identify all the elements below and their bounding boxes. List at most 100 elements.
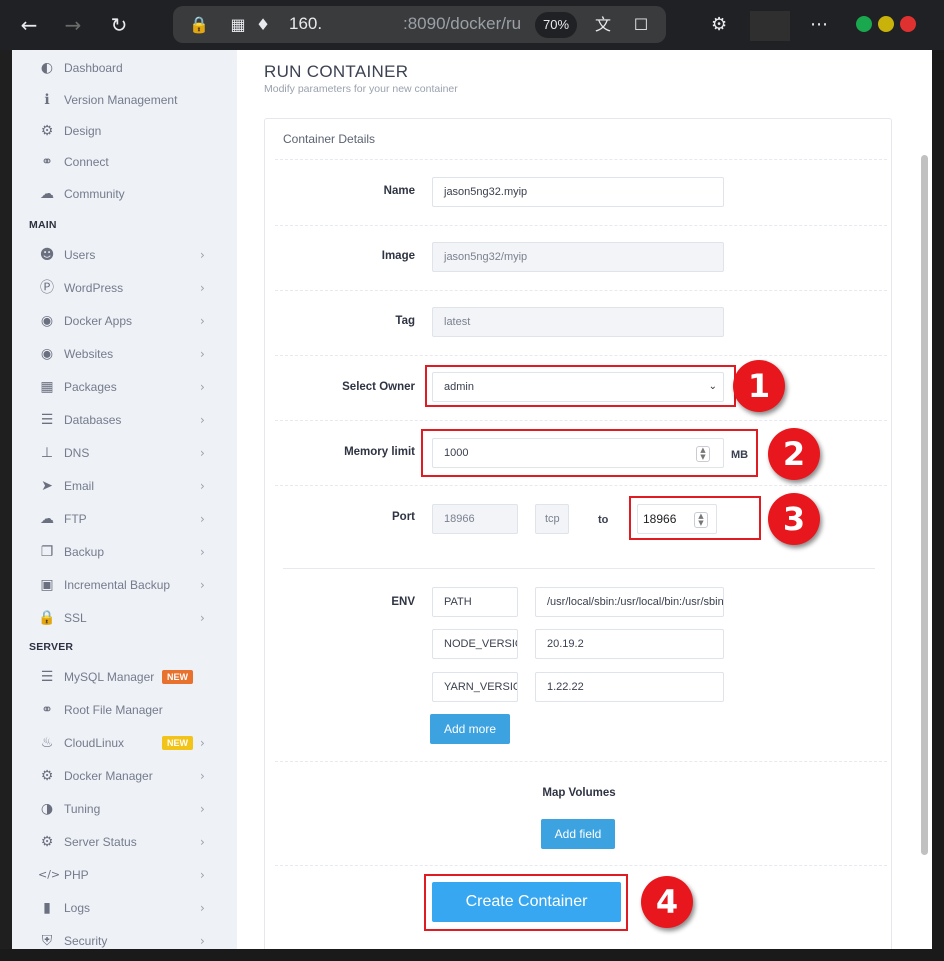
sidebar-item-docker-manager[interactable]: ⚙ Docker Manager ›: [12, 764, 237, 788]
sidebar-item-label: Tuning: [64, 802, 101, 816]
sidebar-item-server-status[interactable]: ⚙ Server Status ›: [12, 830, 237, 854]
sidebar-item-logs[interactable]: ▮ Logs ›: [12, 896, 237, 920]
env-value-input[interactable]: /usr/local/sbin:/usr/local/bin:/usr/sbin: [535, 587, 724, 617]
sidebar-item-root-file-manager[interactable]: ⚭ Root File Manager: [12, 698, 237, 722]
code-icon: </>: [38, 868, 61, 881]
sitemap-icon: ⊥: [40, 445, 54, 461]
page-scrollbar[interactable]: [917, 50, 932, 949]
new-badge: NEW: [162, 670, 193, 684]
sidebar-item-version-management[interactable]: ℹ Version Management: [12, 88, 237, 112]
half-circle-icon: ◑: [40, 801, 54, 817]
address-bar[interactable]: 🔒 ▦ ♦ 160. :8090/docker/ru 70% 文 ☐: [173, 6, 666, 43]
refresh-icon[interactable]: ↻: [106, 12, 132, 38]
chevron-right-icon: ›: [200, 736, 205, 750]
sidebar-item-label: Databases: [64, 413, 122, 427]
chevron-right-icon: ›: [200, 545, 205, 559]
step-marker-2: 2: [768, 428, 820, 480]
sidebar-item-label: Docker Manager: [64, 769, 153, 783]
sidebar-item-tuning[interactable]: ◑ Tuning ›: [12, 797, 237, 821]
sidebar-item-mysql-manager[interactable]: ☰ MySQL Manager NEW: [12, 665, 237, 689]
extensions-icon[interactable]: ⚙: [711, 12, 727, 38]
bookmark-icon[interactable]: ☐: [631, 15, 651, 35]
sidebar-item-label: Server Status: [64, 835, 137, 849]
sidebar-item-databases[interactable]: ☰ Databases ›: [12, 408, 237, 432]
sidebar-item-dns[interactable]: ⊥ DNS ›: [12, 441, 237, 465]
sidebar-item-label: Email: [64, 479, 95, 493]
minimize-icon[interactable]: [856, 16, 872, 32]
sidebar-item-users[interactable]: ☻ Users ›: [12, 243, 237, 267]
chevron-right-icon: ›: [200, 835, 205, 849]
divider: [275, 761, 887, 762]
env-label: ENV: [391, 596, 415, 608]
link-icon: ⚭: [41, 702, 53, 718]
divider: [275, 159, 887, 160]
packages-icon: ▦: [40, 379, 54, 395]
sidebar-item-connect[interactable]: ⚭ Connect: [12, 150, 237, 174]
add-more-button[interactable]: Add more: [430, 714, 510, 744]
sidebar-item-security[interactable]: ⛨ Security ›: [12, 929, 237, 949]
translate-icon[interactable]: 文: [593, 15, 613, 35]
sidebar-item-label: Connect: [64, 155, 109, 169]
back-arrow-icon[interactable]: ←: [16, 12, 42, 38]
port-container-input: 18966: [432, 504, 518, 534]
window-edge-bottom: [0, 949, 944, 961]
sidebar-item-ssl[interactable]: 🔒 SSL ›: [12, 606, 237, 630]
sidebar-item-php[interactable]: </> PHP ›: [12, 863, 237, 887]
divider: [275, 420, 887, 421]
window-edge: [932, 50, 944, 961]
lock-icon[interactable]: 🔒: [189, 15, 209, 35]
site-info-icon[interactable]: ▦: [228, 15, 248, 35]
scrollbar-thumb[interactable]: [921, 155, 928, 855]
new-badge: NEW: [162, 736, 193, 750]
database-icon: ☰: [40, 669, 54, 685]
sidebar-item-label: PHP: [64, 868, 89, 882]
sidebar-item-packages[interactable]: ▦ Packages ›: [12, 375, 237, 399]
sidebar-item-label: Websites: [64, 347, 114, 361]
highlight-box-create: [424, 874, 628, 931]
close-icon[interactable]: [900, 16, 916, 32]
divider: [275, 225, 887, 226]
image-label: Image: [381, 250, 415, 262]
name-label: Name: [383, 185, 415, 197]
sidebar-item-wordpress[interactable]: Ⓟ WordPress ›: [12, 276, 237, 300]
add-field-button[interactable]: Add field: [541, 819, 615, 849]
env-key-input[interactable]: PATH: [432, 587, 518, 617]
sidebar-item-dashboard[interactable]: ◐ Dashboard: [12, 56, 237, 80]
env-value-input[interactable]: 1.22.22: [535, 672, 724, 702]
more-menu-icon[interactable]: ⋯: [810, 12, 828, 38]
sidebar-item-community[interactable]: ☁ Community: [12, 182, 237, 206]
url-path[interactable]: :8090/docker/ru: [403, 14, 521, 34]
chevron-right-icon: ›: [200, 611, 205, 625]
port-to-label: to: [598, 514, 609, 526]
chevron-right-icon: ›: [200, 934, 205, 948]
redacted-ip: [322, 15, 402, 35]
env-key-input[interactable]: NODE_VERSION: [432, 629, 518, 659]
sidebar-item-label: Docker Apps: [64, 314, 133, 328]
sidebar-item-label: Dashboard: [64, 61, 123, 75]
sidebar-item-label: Design: [64, 124, 102, 138]
sidebar-section-main: MAIN: [29, 219, 57, 231]
env-key-input[interactable]: YARN_VERSION: [432, 672, 518, 702]
tracking-off-icon[interactable]: ♦: [253, 15, 273, 35]
url-host[interactable]: 160.: [289, 14, 322, 34]
sidebar-item-websites[interactable]: ◉ Websites ›: [12, 342, 237, 366]
database-icon: ☰: [40, 412, 54, 428]
sidebar-item-email[interactable]: ➤ Email ›: [12, 474, 237, 498]
divider: [275, 290, 887, 291]
maximize-icon[interactable]: [878, 16, 894, 32]
sidebar-item-incremental-backup[interactable]: ▣ Incremental Backup ›: [12, 573, 237, 597]
profile-avatar[interactable]: [750, 11, 790, 41]
sidebar-item-label: MySQL Manager: [64, 670, 155, 684]
chevron-right-icon: ›: [200, 769, 205, 783]
zoom-level[interactable]: 70%: [535, 12, 577, 38]
sidebar-item-ftp[interactable]: ☁ FTP ›: [12, 507, 237, 531]
sidebar-item-cloudlinux[interactable]: ♨ CloudLinux NEW ›: [12, 731, 237, 755]
fire-icon: ♨: [40, 735, 54, 751]
name-input[interactable]: jason5ng32.myip: [432, 177, 724, 207]
sidebar-item-docker-apps[interactable]: ◉ Docker Apps ›: [12, 309, 237, 333]
forward-arrow-icon[interactable]: →: [60, 12, 86, 38]
env-value-input[interactable]: 20.19.2: [535, 629, 724, 659]
sidebar-item-backup[interactable]: ❐ Backup ›: [12, 540, 237, 564]
sidebar-item-design[interactable]: ⚙ Design: [12, 119, 237, 143]
chevron-right-icon: ›: [200, 248, 205, 262]
